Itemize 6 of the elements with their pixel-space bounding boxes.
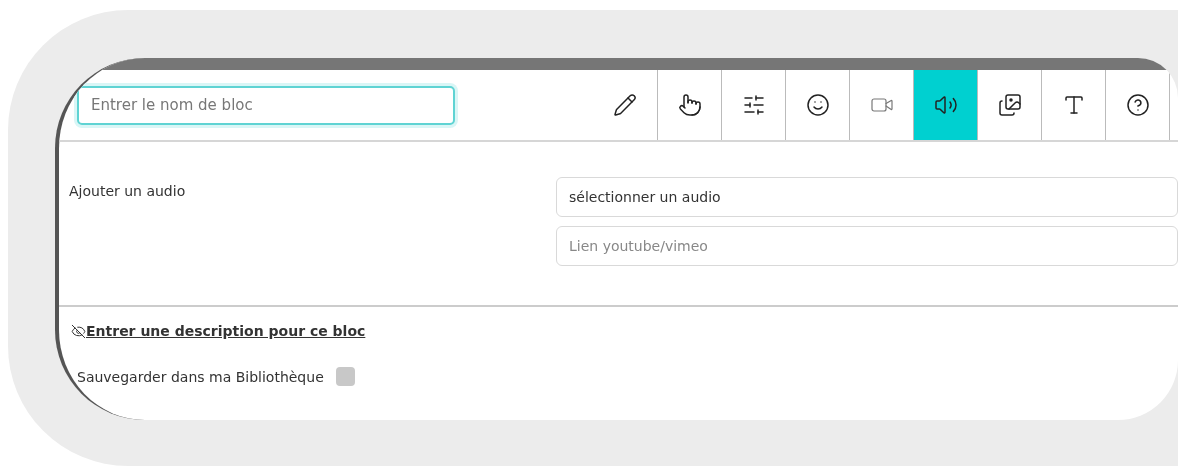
block-name-field[interactable]: Entrer le nom de bloc	[77, 85, 455, 125]
audio-select-field[interactable]: sélectionner un audio	[556, 177, 1178, 217]
audio-label: Ajouter un audio	[69, 182, 187, 201]
save-label: Sauvegarder dans ma Bibliothèque	[77, 368, 324, 385]
description-link[interactable]: Entrer une description pour ce bloc	[86, 323, 366, 339]
video-link-field[interactable]: Lien youtube/vimeo	[556, 226, 1178, 266]
